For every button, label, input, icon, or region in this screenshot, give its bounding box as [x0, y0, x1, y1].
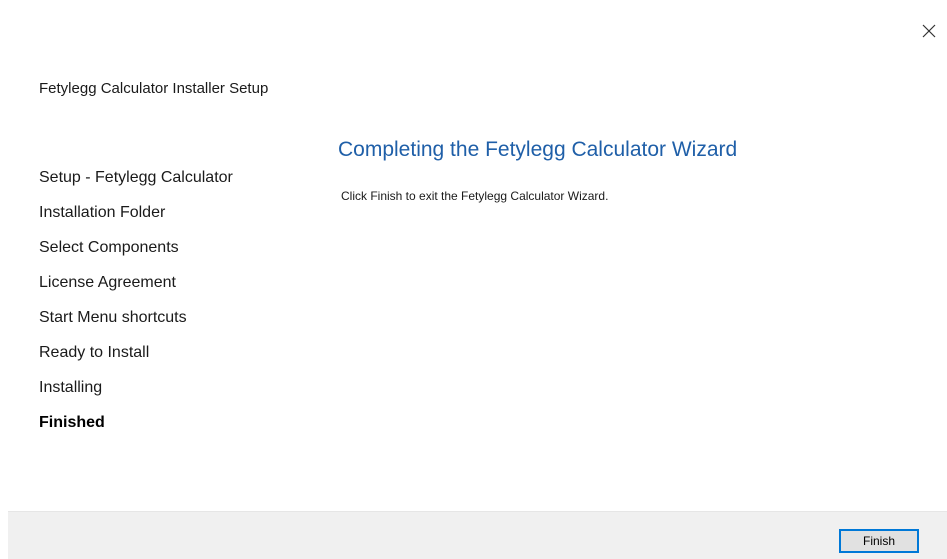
close-button[interactable]: [919, 21, 939, 41]
wizard-step: License Agreement: [39, 274, 176, 291]
wizard-step: Installing: [39, 379, 103, 396]
wizard-steps: Setup - Fetylegg Calculator Installation…: [39, 166, 233, 446]
wizard-step: Select Components: [39, 239, 179, 256]
wizard-step-current: Finished: [39, 414, 105, 431]
wizard-step: Ready to Install: [39, 344, 150, 361]
wizard-step: Start Menu shortcuts: [39, 309, 187, 326]
wizard-step: Installation Folder: [39, 204, 166, 221]
page-body-text: Click Finish to exit the Fetylegg Calcul…: [341, 189, 609, 203]
close-icon: [922, 24, 936, 38]
page-heading: Completing the Fetylegg Calculator Wizar…: [338, 138, 738, 161]
installer-window: Fetylegg Calculator Installer Setup Setu…: [0, 0, 947, 559]
window-title: Fetylegg Calculator Installer Setup: [39, 80, 269, 97]
finish-button[interactable]: Finish: [839, 529, 919, 553]
button-bar: Finish: [8, 511, 947, 559]
wizard-step: Setup - Fetylegg Calculator: [39, 169, 233, 186]
